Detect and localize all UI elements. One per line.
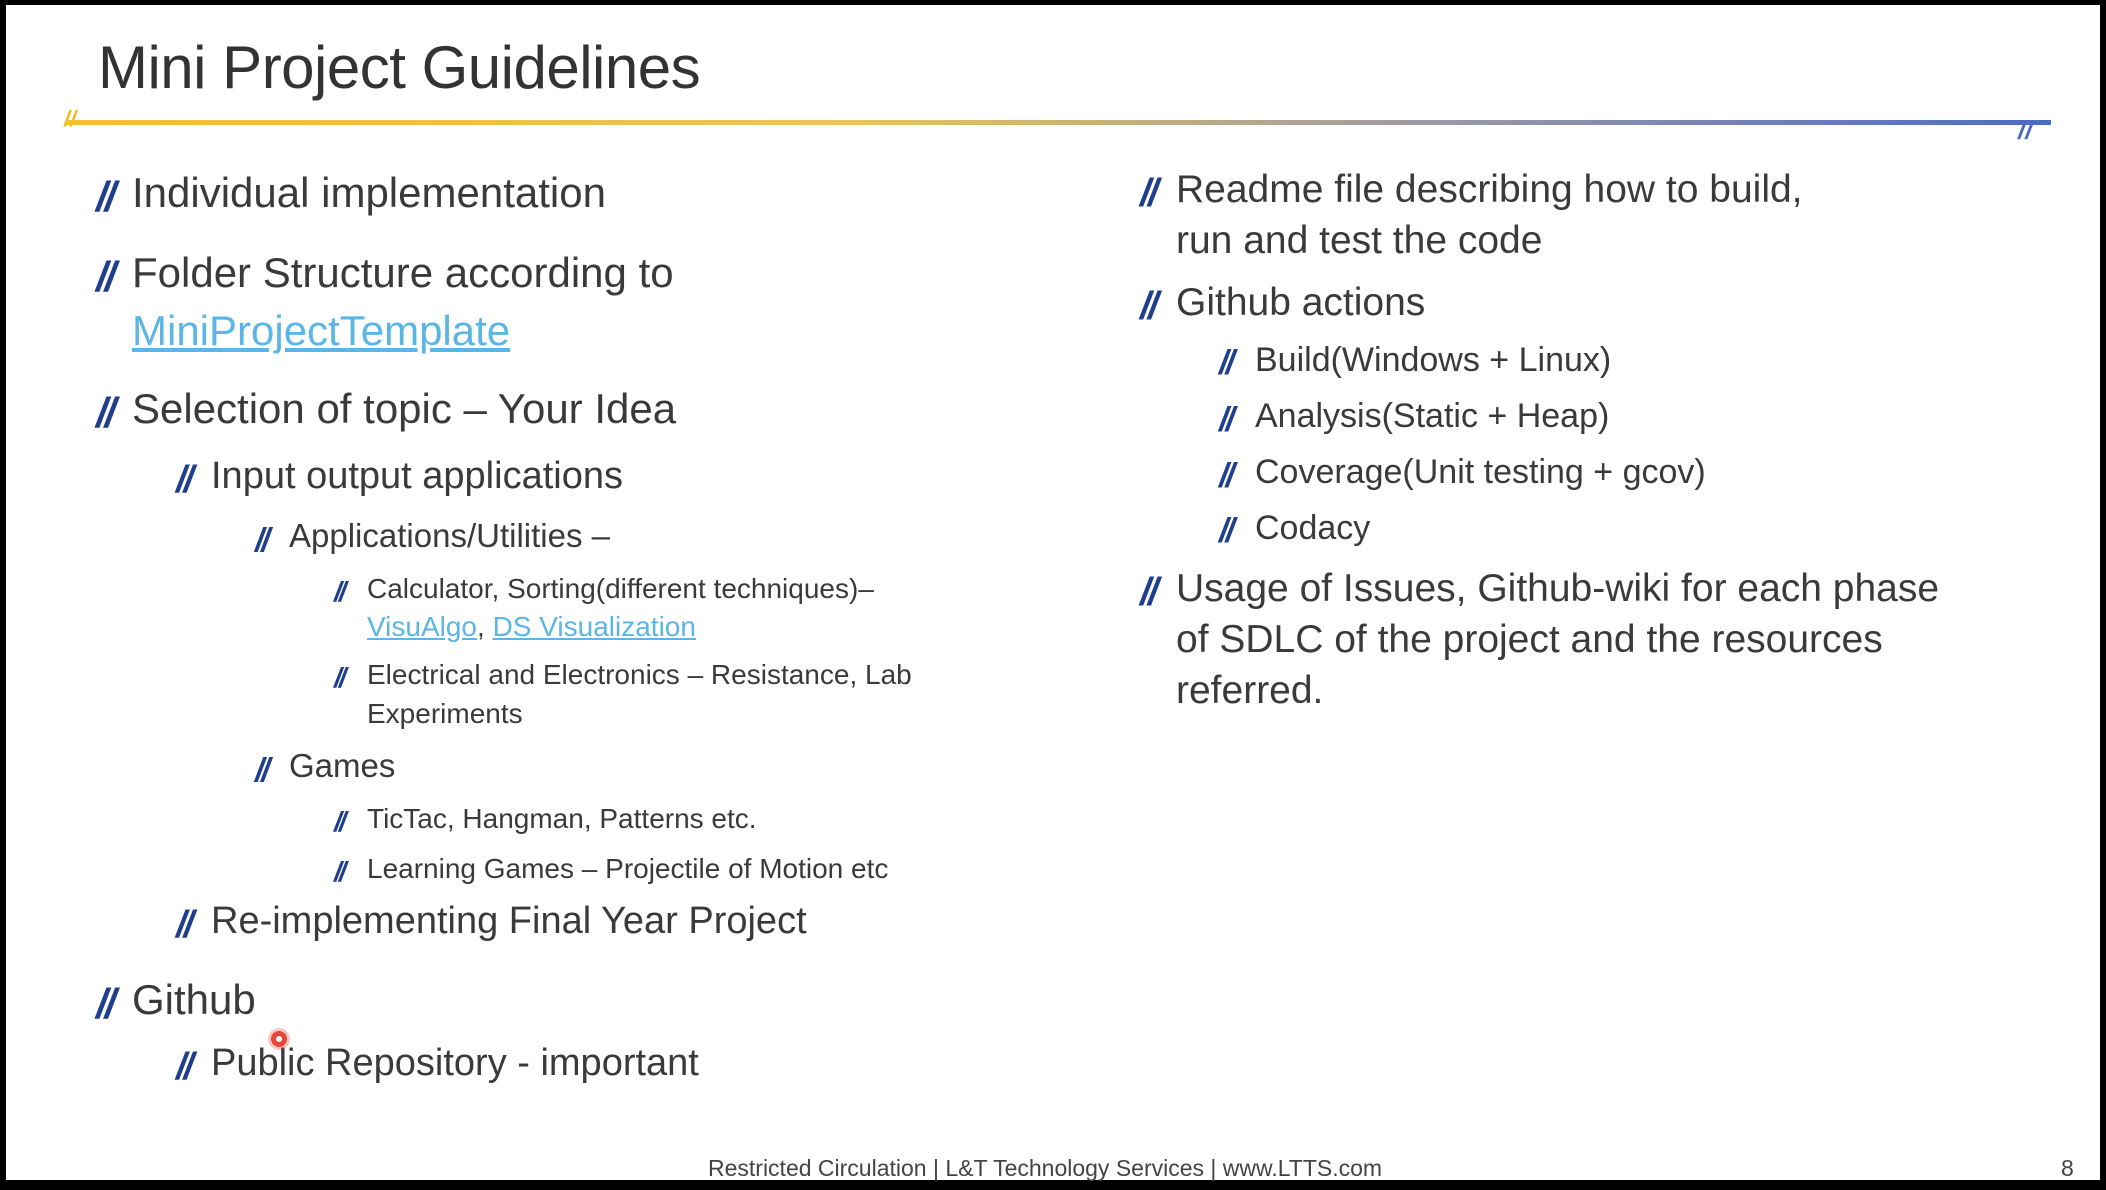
visualgo-link[interactable]: VisuAlgo: [367, 611, 477, 642]
bullet-icon: //: [176, 904, 194, 946]
bullet-text: Github: [132, 976, 256, 1023]
footer-text: Restricted Circulation | L&T Technology …: [708, 1155, 1383, 1181]
bullet-icon: //: [1219, 344, 1235, 382]
bullet-icon: //: [1140, 172, 1159, 215]
bullet-icon: //: [96, 253, 116, 300]
bullet-icon: //: [176, 459, 194, 501]
bullet-text: Re-implementing Final Year Project: [211, 900, 807, 942]
mini-project-template-link[interactable]: MiniProjectTemplate: [132, 307, 510, 355]
bullet-icon: //: [334, 856, 346, 887]
bullet-icon: //: [96, 173, 116, 220]
bullet-icon: //: [176, 1046, 194, 1088]
bullet-text: Readme file describing how to build,: [1176, 168, 1803, 211]
bullet-icon: //: [334, 662, 346, 693]
slide: Mini Project Guidelines // // // Individ…: [6, 5, 2100, 1181]
bullet-text: Calculator, Sorting(different techniques…: [367, 573, 874, 604]
bullet-text: Applications/Utilities –: [289, 517, 610, 554]
bullet-icon: //: [1140, 285, 1159, 328]
page-number: 8: [2061, 1155, 2074, 1181]
bullet-text: Games: [289, 747, 396, 784]
bullet-icon: //: [255, 751, 270, 788]
bullet-icon: //: [334, 806, 346, 837]
bullet-text: Usage of Issues, Github-wiki for each ph…: [1176, 567, 1940, 610]
bullet-text: referred.: [1176, 669, 1324, 712]
bullet-text: Analysis(Static + Heap): [1255, 397, 1610, 435]
ds-visualization-link[interactable]: DS Visualization: [493, 611, 696, 642]
bullet-text: Coverage(Unit testing + gcov): [1255, 453, 1706, 491]
bullet-icon: //: [1219, 512, 1235, 550]
bullet-text: Experiments: [367, 698, 523, 729]
slide-title: Mini Project Guidelines: [98, 34, 701, 101]
bullet-text: Public Repository - important: [211, 1042, 699, 1084]
bullet-text: run and test the code: [1176, 219, 1543, 262]
rule-right-mark-icon: //: [2018, 115, 2033, 145]
bullet-text: Input output applications: [211, 455, 623, 497]
bullet-icon: //: [334, 576, 346, 607]
bullet-icon: //: [1219, 401, 1235, 439]
bullet-text: Learning Games – Projectile of Motion et…: [367, 853, 889, 884]
bullet-text: Folder Structure according to: [132, 249, 674, 296]
bullet-links: VisuAlgo, DS Visualization: [367, 611, 696, 643]
mouse-cursor-icon: [271, 1031, 287, 1047]
bullet-icon: //: [1219, 457, 1235, 495]
bullet-icon: //: [96, 980, 116, 1027]
bullet-text: Codacy: [1255, 509, 1371, 547]
bullet-text: Individual implementation: [132, 169, 606, 216]
title-underline: [66, 120, 2051, 125]
bullet-text: Selection of topic – Your Idea: [132, 385, 677, 432]
bullet-icon: //: [96, 389, 116, 436]
bullet-text: Github actions: [1176, 281, 1426, 324]
bullet-text: Electrical and Electronics – Resistance,…: [367, 659, 912, 690]
link-separator: ,: [477, 611, 493, 642]
bullet-text: Build(Windows + Linux): [1255, 341, 1612, 379]
bullet-text: of SDLC of the project and the resources: [1176, 618, 1883, 661]
bullet-icon: //: [255, 521, 270, 558]
bullet-icon: //: [1140, 571, 1159, 614]
bullet-text: TicTac, Hangman, Patterns etc.: [367, 803, 757, 834]
